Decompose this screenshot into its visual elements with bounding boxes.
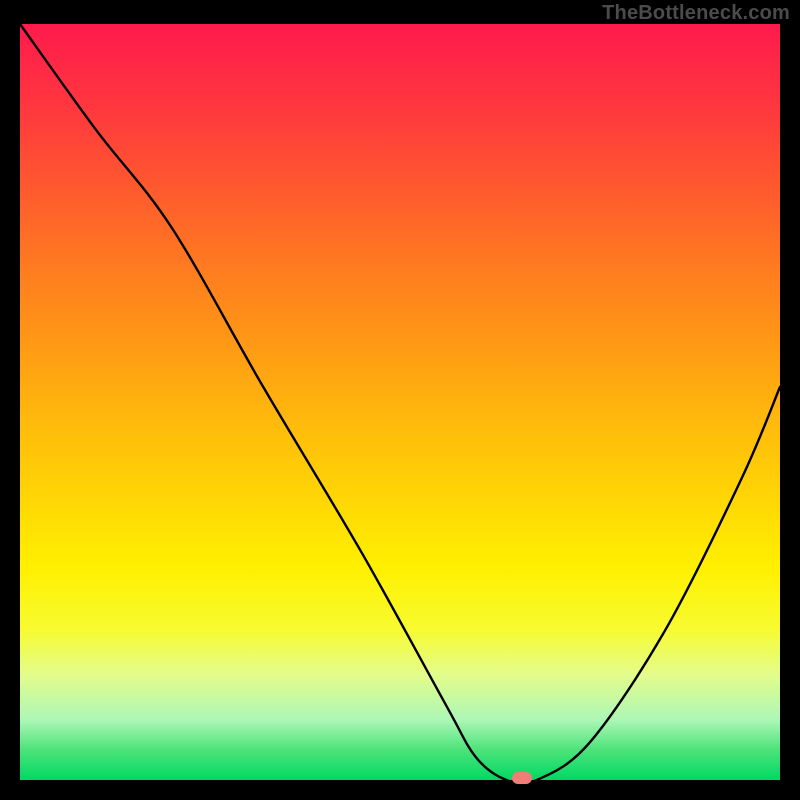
optimal-marker — [512, 772, 532, 784]
curve-path — [20, 24, 780, 784]
chart-frame: TheBottleneck.com — [0, 0, 800, 800]
watermark-text: TheBottleneck.com — [602, 2, 790, 25]
plot-area — [20, 24, 780, 780]
bottleneck-curve — [20, 24, 780, 780]
